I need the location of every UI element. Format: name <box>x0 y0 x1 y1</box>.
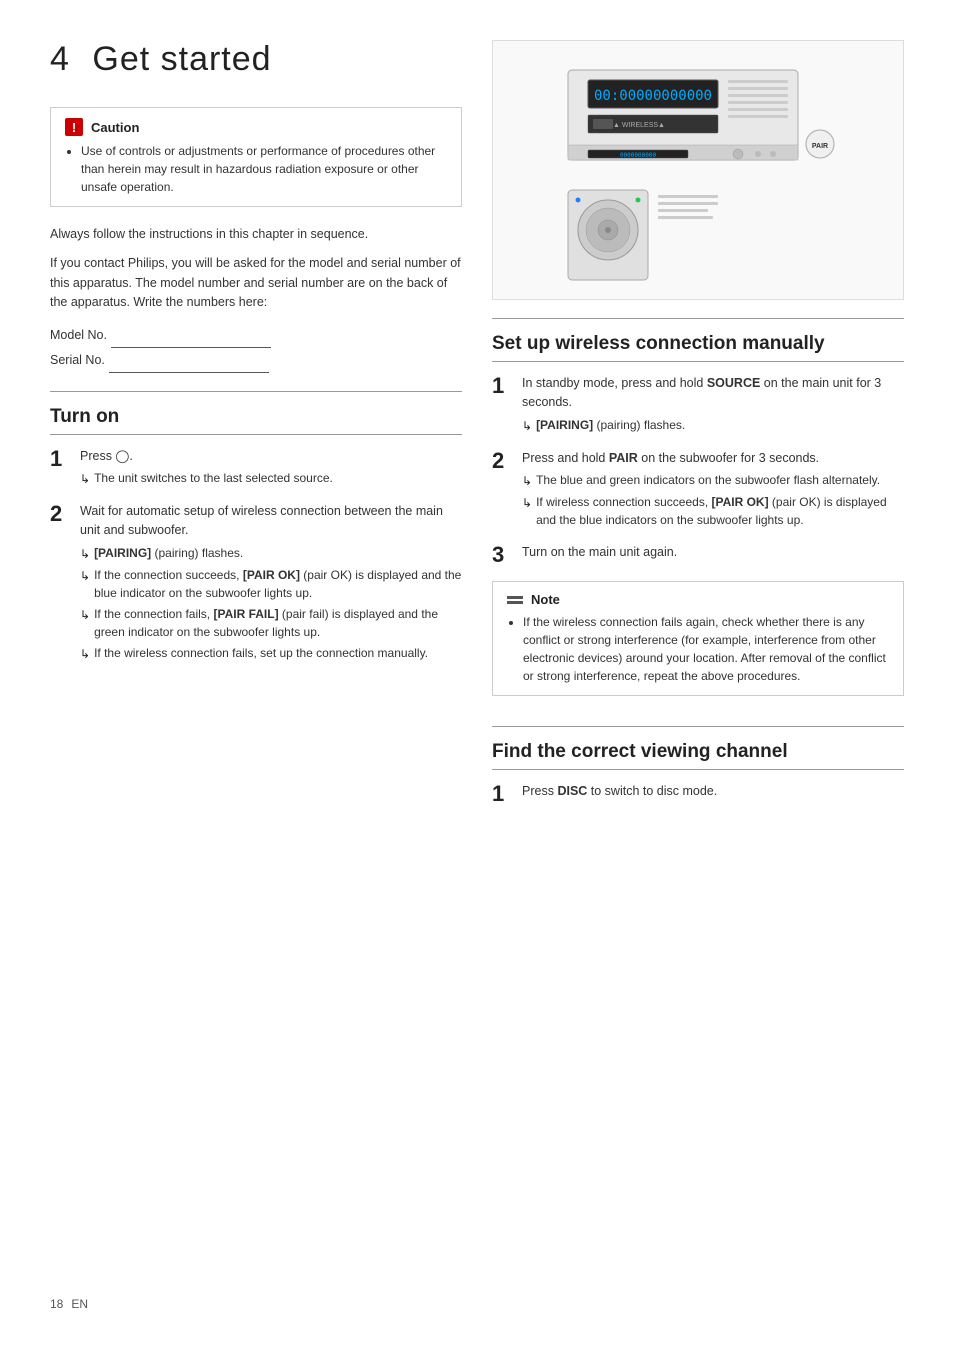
model-serial-block: Model No. Serial No. <box>50 323 462 373</box>
wireless-divider <box>492 318 904 319</box>
step-1-arrow-1: ↳ The unit switches to the last selected… <box>80 469 462 488</box>
note-icon <box>507 596 523 604</box>
wireless-step-1-arrow-1-text: [PAIRING] (pairing) flashes. <box>536 416 685 434</box>
page-number: 18 <box>50 1297 63 1311</box>
intro-line1: Always follow the instructions in this c… <box>50 225 462 244</box>
wireless-step-3: 3 Turn on the main unit again. <box>492 543 904 567</box>
wireless-step-2-num: 2 <box>492 449 512 473</box>
svg-text:PAIR: PAIR <box>812 143 828 150</box>
chapter-title: Get started <box>92 40 271 78</box>
device-svg: 00:00000000000 ▲ WIRELESS ▲ <box>492 40 904 300</box>
model-field <box>111 334 271 348</box>
page-footer: 18 EN <box>50 1277 904 1311</box>
chapter-number: 4 <box>50 40 70 78</box>
turn-on-step-1: 1 Press ◯. ↳ The unit switches to the la… <box>50 447 462 489</box>
step-2-arrow-1: ↳ [PAIRING] (pairing) flashes. <box>80 544 462 563</box>
wireless-step-2-content: Press and hold PAIR on the subwoofer for… <box>522 449 904 530</box>
find-channel-divider <box>492 726 904 727</box>
find-channel-section: Find the correct viewing channel 1 Press… <box>492 726 904 806</box>
wireless-step-2-arrow-2: ↳ If wireless connection succeeds, [PAIR… <box>522 493 904 529</box>
turn-on-divider <box>50 391 462 392</box>
wireless-step-1-num: 1 <box>492 374 512 398</box>
page-lang: EN <box>71 1297 88 1311</box>
step-1-content: Press ◯. ↳ The unit switches to the last… <box>80 447 462 489</box>
svg-text:▲ WIRELESS: ▲ WIRELESS <box>613 122 658 129</box>
step-2-arrow-2-text: If the connection succeeds, [PAIR OK] (p… <box>94 566 462 602</box>
arrow-sym: ↳ <box>80 567 90 585</box>
find-channel-heading: Find the correct viewing channel <box>492 741 904 770</box>
wireless-step-1-main: In standby mode, press and hold SOURCE o… <box>522 374 904 412</box>
step-1-main: Press ◯. <box>80 447 462 466</box>
serial-label: Serial No. <box>50 348 105 373</box>
step-1-arrow-1-text: The unit switches to the last selected s… <box>94 469 333 487</box>
wireless-steps: 1 In standby mode, press and hold SOURCE… <box>492 374 904 567</box>
step-2-content: Wait for automatic setup of wireless con… <box>80 502 462 663</box>
note-title: Note <box>507 592 889 607</box>
step-2-arrow-1-text: [PAIRING] (pairing) flashes. <box>94 544 243 562</box>
device-image: 00:00000000000 ▲ WIRELESS ▲ <box>492 40 904 300</box>
find-channel-step-1-num: 1 <box>492 782 512 806</box>
chapter-heading: 4 Get started <box>50 40 462 79</box>
svg-text:▲: ▲ <box>658 122 665 129</box>
step-2-main: Wait for automatic setup of wireless con… <box>80 502 462 540</box>
serial-field <box>109 359 269 373</box>
note-box: Note If the wireless connection fails ag… <box>492 581 904 696</box>
wireless-step-3-num: 3 <box>492 543 512 567</box>
arrow-sym: ↳ <box>80 645 90 663</box>
arrow-sym: ↳ <box>522 417 532 435</box>
note-label: Note <box>531 592 560 607</box>
turn-on-step-2: 2 Wait for automatic setup of wireless c… <box>50 502 462 663</box>
caution-icon: ! <box>65 118 83 136</box>
caution-box: ! Caution Use of controls or adjustments… <box>50 107 462 207</box>
caution-item: Use of controls or adjustments or perfor… <box>81 142 447 196</box>
note-list: If the wireless connection fails again, … <box>507 613 889 685</box>
wireless-step-2: 2 Press and hold PAIR on the subwoofer f… <box>492 449 904 530</box>
arrow-sym: ↳ <box>80 470 90 488</box>
wireless-step-1-arrow-1: ↳ [PAIRING] (pairing) flashes. <box>522 416 904 435</box>
model-label: Model No. <box>50 323 107 348</box>
turn-on-steps: 1 Press ◯. ↳ The unit switches to the la… <box>50 447 462 663</box>
wireless-step-2-main: Press and hold PAIR on the subwoofer for… <box>522 449 904 468</box>
step-2-arrow-3: ↳ If the connection fails, [PAIR FAIL] (… <box>80 605 462 641</box>
page-footer-inner: 18 EN <box>50 1297 904 1311</box>
device-illustration: 00:00000000000 ▲ WIRELESS ▲ <box>558 50 838 290</box>
find-channel-step-1-content: Press DISC to switch to disc mode. <box>522 782 904 805</box>
wireless-step-2-arrow-1: ↳ The blue and green indicators on the s… <box>522 471 904 490</box>
arrow-sym: ↳ <box>80 606 90 624</box>
svg-text:00:00000000000: 00:00000000000 <box>594 88 712 104</box>
arrow-sym: ↳ <box>522 494 532 512</box>
right-column: 00:00000000000 ▲ WIRELESS ▲ <box>492 40 904 821</box>
model-no-line: Model No. <box>50 323 462 348</box>
step-2-arrow-4: ↳ If the wireless connection fails, set … <box>80 644 462 663</box>
caution-title: ! Caution <box>65 118 447 136</box>
wireless-heading: Set up wireless connection manually <box>492 333 904 362</box>
find-channel-steps: 1 Press DISC to switch to disc mode. <box>492 782 904 806</box>
wireless-step-3-main: Turn on the main unit again. <box>522 543 904 562</box>
caution-list: Use of controls or adjustments or perfor… <box>65 142 447 196</box>
wireless-step-1-content: In standby mode, press and hold SOURCE o… <box>522 374 904 435</box>
left-column: 4 Get started ! Caution Use of controls … <box>50 40 462 821</box>
step-2-num: 2 <box>50 502 70 526</box>
step-2-arrow-4-text: If the wireless connection fails, set up… <box>94 644 428 662</box>
intro-line2: If you contact Philips, you will be aske… <box>50 254 462 312</box>
find-channel-step-1: 1 Press DISC to switch to disc mode. <box>492 782 904 806</box>
find-channel-step-1-main: Press DISC to switch to disc mode. <box>522 782 904 801</box>
caution-label: Caution <box>91 120 139 135</box>
wireless-step-2-arrow-1-text: The blue and green indicators on the sub… <box>536 471 880 489</box>
note-bar-2 <box>507 601 523 604</box>
wireless-step-2-arrow-2-text: If wireless connection succeeds, [PAIR O… <box>536 493 904 529</box>
step-1-num: 1 <box>50 447 70 471</box>
note-bar-1 <box>507 596 523 599</box>
arrow-sym: ↳ <box>522 472 532 490</box>
step-2-arrow-3-text: If the connection fails, [PAIR FAIL] (pa… <box>94 605 462 641</box>
note-item: If the wireless connection fails again, … <box>523 613 889 685</box>
turn-on-heading: Turn on <box>50 406 462 435</box>
wireless-step-1: 1 In standby mode, press and hold SOURCE… <box>492 374 904 435</box>
step-2-arrow-2: ↳ If the connection succeeds, [PAIR OK] … <box>80 566 462 602</box>
page: 4 Get started ! Caution Use of controls … <box>0 0 954 1351</box>
arrow-sym: ↳ <box>80 545 90 563</box>
wireless-step-3-content: Turn on the main unit again. <box>522 543 904 566</box>
svg-text:0000000000: 0000000000 <box>620 152 657 159</box>
